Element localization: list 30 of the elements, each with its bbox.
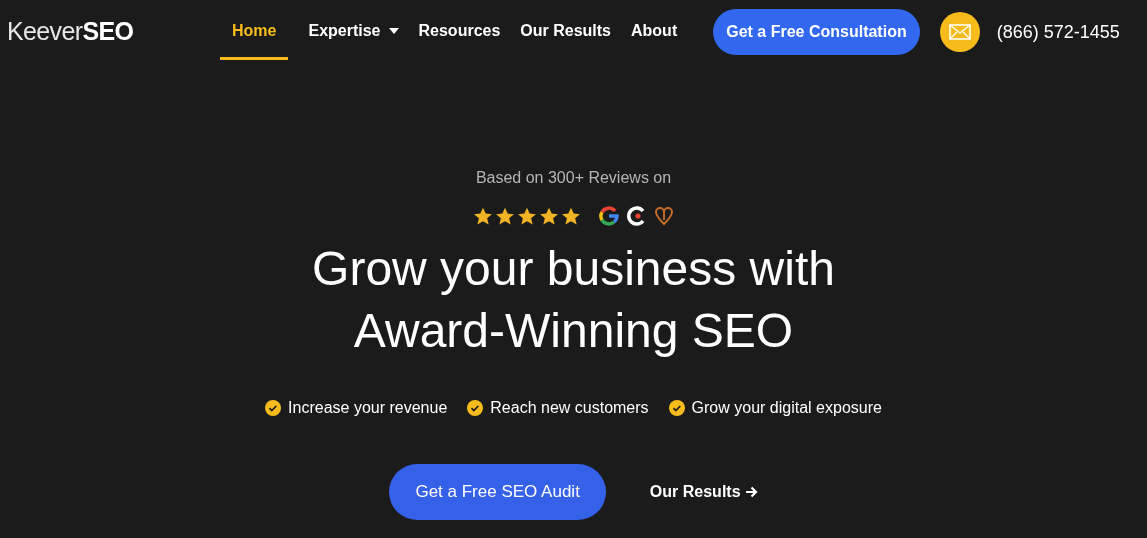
star-icon bbox=[472, 206, 493, 226]
star-icon bbox=[516, 206, 537, 226]
star-icon bbox=[494, 206, 515, 226]
logo[interactable]: KeeverSEO bbox=[7, 13, 207, 51]
our-results-link[interactable]: Our Results bbox=[649, 480, 758, 504]
loops-icon bbox=[652, 206, 675, 226]
nav-link[interactable]: About bbox=[631, 4, 678, 60]
arrow-right-icon bbox=[744, 486, 758, 498]
star-icon bbox=[538, 206, 559, 226]
benefit-text: Increase your revenue bbox=[288, 398, 448, 418]
consultation-button[interactable]: Get a Free Consultation bbox=[713, 9, 920, 55]
nav-link[interactable]: Resources bbox=[418, 4, 501, 60]
benefit-text: Grow your digital exposure bbox=[691, 398, 882, 418]
headline: Grow your business with bbox=[312, 241, 835, 297]
caret-icon bbox=[388, 27, 399, 34]
email-icon[interactable] bbox=[939, 12, 980, 52]
benefit-text: Reach new customers bbox=[490, 398, 649, 418]
nav-link[interactable]: Expertise bbox=[308, 4, 399, 60]
check-icon bbox=[265, 400, 282, 416]
star-icon bbox=[560, 206, 581, 226]
seo-audit-button[interactable]: Get a Free SEO Audit bbox=[389, 464, 606, 520]
ring-dot-icon bbox=[626, 206, 645, 226]
check-icon bbox=[668, 400, 685, 416]
headline: Award-Winning SEO bbox=[353, 303, 794, 359]
nav-link[interactable]: Our Results bbox=[520, 4, 611, 60]
nav-link[interactable]: Home bbox=[220, 4, 289, 60]
check-icon bbox=[467, 400, 484, 416]
reviews-caption: Based on 300+ Reviews on bbox=[475, 168, 672, 188]
colored-ring-icon bbox=[598, 206, 619, 226]
phone-number[interactable]: (866) 572-1455 bbox=[996, 18, 1120, 46]
